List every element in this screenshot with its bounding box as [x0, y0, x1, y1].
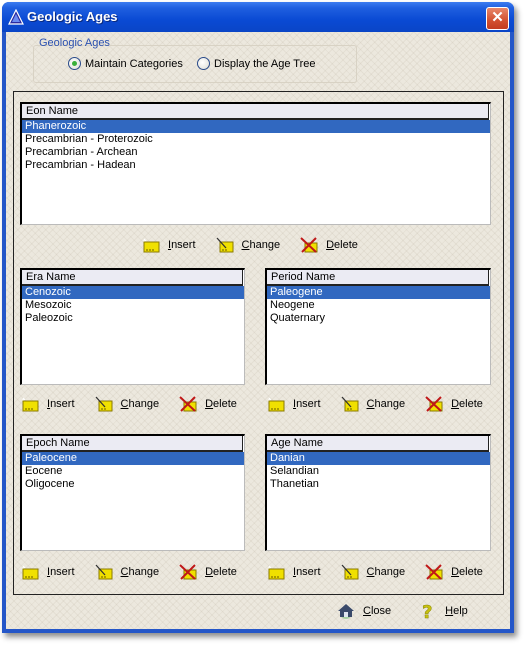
app-triangle-icon	[8, 9, 24, 25]
era-column-header[interactable]: Era Name	[22, 270, 243, 286]
age-listbox[interactable]: Age Name Danian Selandian Thanetian	[265, 434, 491, 551]
epoch-insert-button[interactable]: Insert	[21, 564, 75, 580]
age-column-header[interactable]: Age Name	[267, 436, 489, 452]
eon-listbox[interactable]: Eon Name Phanerozoic Precambrian - Prote…	[20, 102, 491, 225]
insert-label: Insert	[293, 566, 321, 578]
change-label: Change	[241, 239, 281, 251]
radio-display-age-tree[interactable]: Display the Age Tree	[197, 57, 316, 70]
window-title: Geologic Ages	[27, 9, 118, 24]
epoch-column-header[interactable]: Epoch Name	[22, 436, 243, 452]
eon-change-button[interactable]: Change	[216, 237, 281, 253]
radio-maintain-categories[interactable]: Maintain Categories	[68, 57, 183, 70]
mode-group-label: Geologic Ages	[39, 37, 110, 49]
close-label: Close	[363, 605, 392, 617]
period-actions: Insert Change Delete	[267, 396, 503, 412]
list-item[interactable]: Cenozoic	[22, 286, 244, 299]
change-icon	[341, 564, 359, 580]
epoch-actions: Insert Change Delete	[21, 564, 257, 580]
radio-label: Maintain Categories	[85, 57, 183, 70]
list-item[interactable]: Precambrian - Archean	[22, 146, 490, 159]
epoch-delete-button[interactable]: Delete	[179, 564, 237, 580]
help-question-icon: ?	[422, 602, 433, 620]
list-item[interactable]: Paleogene	[267, 286, 490, 299]
delete-icon	[179, 564, 197, 580]
era-delete-button[interactable]: Delete	[179, 396, 237, 412]
insert-label: Insert	[168, 239, 196, 251]
insert-icon	[22, 565, 39, 580]
window-close-button[interactable]: ✕	[486, 7, 509, 30]
insert-label: Insert	[47, 566, 75, 578]
eon-delete-button[interactable]: Delete	[300, 237, 358, 253]
change-icon	[341, 396, 359, 412]
insert-icon	[268, 565, 285, 580]
change-label: Change	[120, 566, 160, 578]
close-button[interactable]: Close	[337, 603, 391, 619]
insert-icon	[268, 397, 285, 412]
svg-text:?: ?	[422, 602, 432, 620]
list-item[interactable]: Thanetian	[267, 478, 490, 491]
list-item[interactable]: Mesozoic	[22, 299, 244, 312]
eon-insert-button[interactable]: Insert	[142, 237, 196, 253]
age-insert-button[interactable]: Insert	[267, 564, 321, 580]
period-change-button[interactable]: Change	[341, 396, 406, 412]
list-item[interactable]: Precambrian - Proterozoic	[22, 133, 490, 146]
geologic-ages-window: Geologic Ages ✕ Geologic Ages Maintain C…	[2, 2, 514, 633]
delete-label: Delete	[326, 239, 358, 251]
delete-label: Delete	[205, 566, 237, 578]
epoch-listbox[interactable]: Epoch Name Paleocene Eocene Oligocene	[20, 434, 245, 551]
age-actions: Insert Change Delete	[267, 564, 503, 580]
era-insert-button[interactable]: Insert	[21, 396, 75, 412]
period-listbox[interactable]: Period Name Paleogene Neogene Quaternary	[265, 268, 491, 385]
period-column-header[interactable]: Period Name	[267, 270, 489, 286]
delete-icon	[425, 564, 443, 580]
dialog-body: Geologic Ages Maintain Categories Displa…	[6, 32, 510, 629]
change-label: Change	[120, 398, 160, 410]
change-label: Change	[366, 398, 406, 410]
period-insert-button[interactable]: Insert	[267, 396, 321, 412]
close-icon: ✕	[491, 9, 504, 26]
delete-icon	[425, 396, 443, 412]
epoch-change-button[interactable]: Change	[95, 564, 160, 580]
change-icon	[216, 237, 234, 253]
list-item[interactable]: Quaternary	[267, 312, 490, 325]
eon-actions: Insert Change Delete	[142, 237, 378, 253]
period-delete-button[interactable]: Delete	[425, 396, 483, 412]
era-listbox[interactable]: Era Name Cenozoic Mesozoic Paleozoic	[20, 268, 245, 385]
insert-icon	[22, 397, 39, 412]
insert-label: Insert	[293, 398, 321, 410]
change-icon	[95, 396, 113, 412]
help-button[interactable]: ? Help	[419, 602, 468, 620]
age-delete-button[interactable]: Delete	[425, 564, 483, 580]
eon-column-header[interactable]: Eon Name	[22, 104, 489, 120]
list-item[interactable]: Oligocene	[22, 478, 244, 491]
radio-label: Display the Age Tree	[214, 57, 316, 70]
age-change-button[interactable]: Change	[341, 564, 406, 580]
delete-icon	[179, 396, 197, 412]
list-item[interactable]: Phanerozoic	[22, 120, 490, 133]
title-bar[interactable]: Geologic Ages ✕	[2, 2, 514, 32]
footer-actions: Close ? Help	[337, 602, 488, 620]
delete-icon	[300, 237, 318, 253]
list-item[interactable]: Neogene	[267, 299, 490, 312]
era-actions: Insert Change Delete	[21, 396, 257, 412]
era-change-button[interactable]: Change	[95, 396, 160, 412]
delete-label: Delete	[451, 398, 483, 410]
list-item[interactable]: Paleozoic	[22, 312, 244, 325]
delete-label: Delete	[451, 566, 483, 578]
house-icon	[338, 604, 354, 619]
insert-icon	[143, 238, 160, 253]
delete-label: Delete	[205, 398, 237, 410]
radio-checked-icon	[68, 57, 81, 70]
list-item[interactable]: Danian	[267, 452, 490, 465]
list-item[interactable]: Paleocene	[22, 452, 244, 465]
radio-unchecked-icon	[197, 57, 210, 70]
list-item[interactable]: Selandian	[267, 465, 490, 478]
insert-label: Insert	[47, 398, 75, 410]
list-item[interactable]: Eocene	[22, 465, 244, 478]
change-icon	[95, 564, 113, 580]
change-label: Change	[366, 566, 406, 578]
help-label: Help	[445, 605, 468, 617]
list-item[interactable]: Precambrian - Hadean	[22, 159, 490, 172]
